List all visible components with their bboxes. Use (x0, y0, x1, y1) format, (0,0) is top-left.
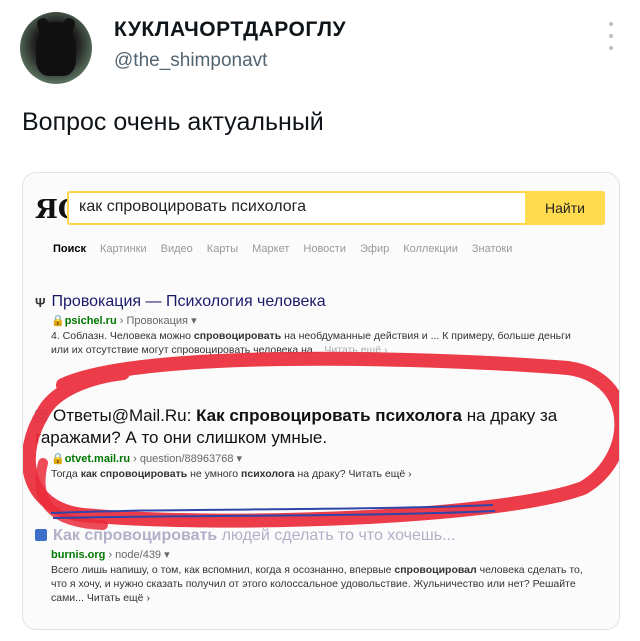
user-handle[interactable]: @the_shimponavt (114, 50, 267, 72)
search-result: Ψ Провокация — Психология человека 🔒psich… (35, 293, 595, 357)
tab-market[interactable]: Маркет (252, 243, 289, 255)
result-title[interactable]: Ответы@Mail.Ru: Как спровоцировать психо… (35, 405, 595, 449)
result-title[interactable]: Как спровоцировать людей сделать то что … (35, 527, 600, 545)
search-input[interactable]: как спровоцировать психолога (79, 198, 499, 216)
lock-icon: 🔒 (51, 315, 65, 327)
tab-collections[interactable]: Коллекции (403, 243, 458, 255)
tab-video[interactable]: Видео (161, 243, 193, 255)
result-url[interactable]: 🔒psichel.ru › Провокация ▾ (51, 314, 595, 327)
tab-efir[interactable]: Эфир (360, 243, 389, 255)
site-icon (35, 529, 47, 541)
result-snippet: Тогда как спровоцировать не умного психо… (51, 468, 412, 480)
search-result: Как спровоцировать людей сделать то что … (35, 527, 600, 605)
mail-ru-icon (35, 410, 47, 422)
search-box: как спровоцировать психолога ✕ Найти (67, 191, 605, 225)
lock-icon: 🔒 (51, 453, 65, 465)
display-name[interactable]: КУКЛАЧОРТДАРОГЛУ (114, 18, 346, 42)
tweet-header: КУКЛАЧОРТДАРОГЛУ @the_shimponavt (20, 12, 620, 84)
psi-icon: Ψ (35, 295, 46, 310)
search-button[interactable]: Найти (525, 191, 605, 225)
more-options-icon[interactable] (608, 22, 614, 50)
tweet-media-image[interactable]: ЯС как спровоцировать психолога ✕ Найти … (22, 172, 620, 630)
result-title[interactable]: Ψ Провокация — Психология человека (35, 293, 595, 311)
tweet-text: Вопрос очень актуальный (22, 108, 324, 136)
tab-images[interactable]: Картинки (100, 243, 147, 255)
read-more-link[interactable]: Читать ещё › (324, 344, 387, 356)
tab-news[interactable]: Новости (303, 243, 346, 255)
result-url[interactable]: 🔒otvet.mail.ru › question/88963768 ▾ (51, 452, 595, 465)
search-tabs: Поиск Картинки Видео Карты Маркет Новост… (53, 243, 512, 255)
tab-search[interactable]: Поиск (53, 243, 86, 255)
tab-znatoki[interactable]: Знатоки (472, 243, 513, 255)
avatar[interactable] (20, 12, 92, 84)
tab-maps[interactable]: Карты (207, 243, 238, 255)
result-snippet: Всего лишь напишу, о том, как вспомнил, … (51, 564, 583, 604)
result-snippet: 4. Соблазн. Человека можно спровоцироват… (51, 330, 571, 356)
search-result: Ответы@Mail.Ru: Как спровоцировать психо… (35, 405, 595, 481)
result-url[interactable]: burnis.org › node/439 ▾ (51, 548, 600, 561)
